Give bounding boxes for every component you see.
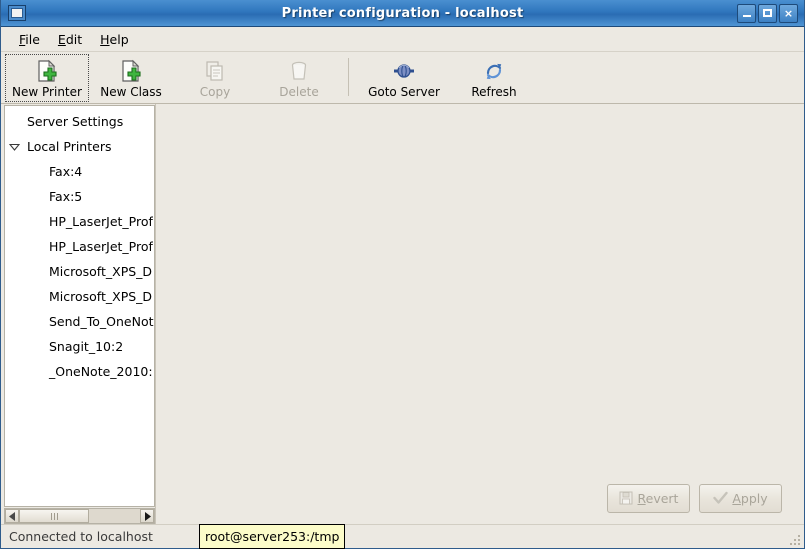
revert-icon: [619, 491, 634, 506]
toolbar-new-class-button[interactable]: New Class: [89, 54, 173, 102]
tree-item-label: Server Settings: [27, 114, 124, 129]
toolbar-copy-label: Copy: [199, 85, 231, 99]
scrollbar-track[interactable]: [19, 509, 140, 523]
goto-server-icon: [391, 58, 417, 84]
menu-file[interactable]: File: [10, 29, 49, 50]
tree-item-label: Microsoft_XPS_D: [49, 264, 153, 279]
tree-item-printer[interactable]: HP_LaserJet_Prof: [5, 234, 154, 259]
tree-item-label: Fax:4: [49, 164, 83, 179]
titlebar[interactable]: Printer configuration - localhost ×: [1, 0, 804, 27]
tree-item-local-printers[interactable]: Local Printers: [5, 134, 154, 159]
tree-item-printer[interactable]: Microsoft_XPS_D: [5, 259, 154, 284]
statusbar: Connected to localhost root@server253:/t…: [1, 524, 804, 549]
printer-configuration-window: Printer configuration - localhost × File…: [0, 0, 805, 549]
toolbar-refresh-label: Refresh: [471, 85, 517, 99]
status-message: Connected to localhost: [9, 529, 153, 544]
menubar: File Edit Help: [1, 27, 804, 52]
maximize-button[interactable]: [758, 3, 777, 23]
toolbar-copy-button: Copy: [173, 54, 257, 102]
scroll-left-icon[interactable]: [5, 509, 19, 523]
toolbar-delete-label: Delete: [279, 85, 319, 99]
printer-tree[interactable]: Server Settings Local Printers Fax:4 Fax…: [4, 105, 155, 507]
window-title: Printer configuration - localhost: [281, 5, 524, 21]
sidebar-horizontal-scrollbar[interactable]: [4, 508, 155, 524]
toolbar-goto-server-label: Goto Server: [368, 85, 440, 99]
menu-file-rest: ile: [25, 31, 40, 47]
chevron-down-icon[interactable]: [5, 143, 23, 151]
tree-item-server-settings[interactable]: Server Settings: [5, 109, 154, 134]
tree-item-label: HP_LaserJet_Prof: [49, 214, 153, 229]
main-content-panel: Revert Apply: [155, 104, 804, 524]
window-icon: [8, 5, 26, 21]
menu-help[interactable]: Help: [91, 29, 138, 50]
action-bar: Revert Apply: [156, 480, 804, 524]
tree-item-printer[interactable]: Fax:5: [5, 184, 154, 209]
apply-check-icon: [713, 491, 729, 506]
scroll-right-icon[interactable]: [140, 509, 154, 523]
scrollbar-grip: [50, 512, 58, 520]
main-content-empty-area: [156, 104, 804, 480]
tree-item-label: Fax:5: [49, 189, 83, 204]
menu-help-rest: elp: [109, 31, 129, 47]
toolbar-new-printer-button[interactable]: New Printer: [5, 54, 89, 102]
window-body: Server Settings Local Printers Fax:4 Fax…: [1, 104, 804, 524]
tree-item-printer[interactable]: HP_LaserJet_Prof: [5, 209, 154, 234]
tree-item-label: Snagit_10:2: [49, 339, 124, 354]
toolbar-separator: [348, 58, 349, 96]
tree-item-printer[interactable]: Microsoft_XPS_D: [5, 284, 154, 309]
tree-item-label: _OneNote_2010:: [49, 364, 153, 379]
toolbar-new-class-label: New Class: [100, 85, 162, 99]
revert-button: Revert: [607, 483, 690, 513]
apply-button: Apply: [699, 483, 782, 513]
toolbar-refresh-button[interactable]: Refresh: [452, 54, 536, 102]
copy-icon: [202, 58, 228, 84]
new-class-icon: [118, 58, 144, 84]
new-printer-icon: [34, 58, 60, 84]
tree-item-label: Microsoft_XPS_D: [49, 289, 153, 304]
toolbar-new-printer-label: New Printer: [12, 85, 82, 99]
menu-edit[interactable]: Edit: [49, 29, 91, 50]
resize-grip[interactable]: [788, 533, 801, 546]
menu-edit-mnemonic: E: [57, 31, 66, 47]
scrollbar-thumb[interactable]: [19, 509, 90, 523]
toolbar-delete-button: Delete: [257, 54, 341, 102]
tree-item-printer[interactable]: Snagit_10:2: [5, 334, 154, 359]
tree-item-printer[interactable]: Fax:4: [5, 159, 154, 184]
tree-item-printer[interactable]: Send_To_OneNot: [5, 309, 154, 334]
menu-help-mnemonic: H: [100, 31, 110, 47]
revert-label-mnemonic: Revert: [637, 490, 679, 506]
tree-item-label: Send_To_OneNot: [49, 314, 154, 329]
minimize-button[interactable]: [737, 3, 756, 23]
menu-edit-rest: dit: [65, 31, 83, 47]
tooltip: root@server253:/tmp: [199, 524, 346, 549]
tree-item-printer[interactable]: _OneNote_2010:: [5, 359, 154, 384]
toolbar-goto-server-button[interactable]: Goto Server: [356, 54, 452, 102]
tree-item-label: Local Printers: [27, 139, 112, 154]
apply-label-mnemonic: Apply: [732, 490, 768, 506]
close-button[interactable]: ×: [779, 3, 798, 23]
refresh-icon: [481, 58, 507, 84]
toolbar: New Printer New Class Copy Delete Goto S…: [1, 52, 804, 104]
tree-item-label: HP_LaserJet_Prof: [49, 239, 153, 254]
sidebar: Server Settings Local Printers Fax:4 Fax…: [1, 104, 155, 524]
window-controls: ×: [737, 3, 800, 23]
delete-icon: [286, 58, 312, 84]
